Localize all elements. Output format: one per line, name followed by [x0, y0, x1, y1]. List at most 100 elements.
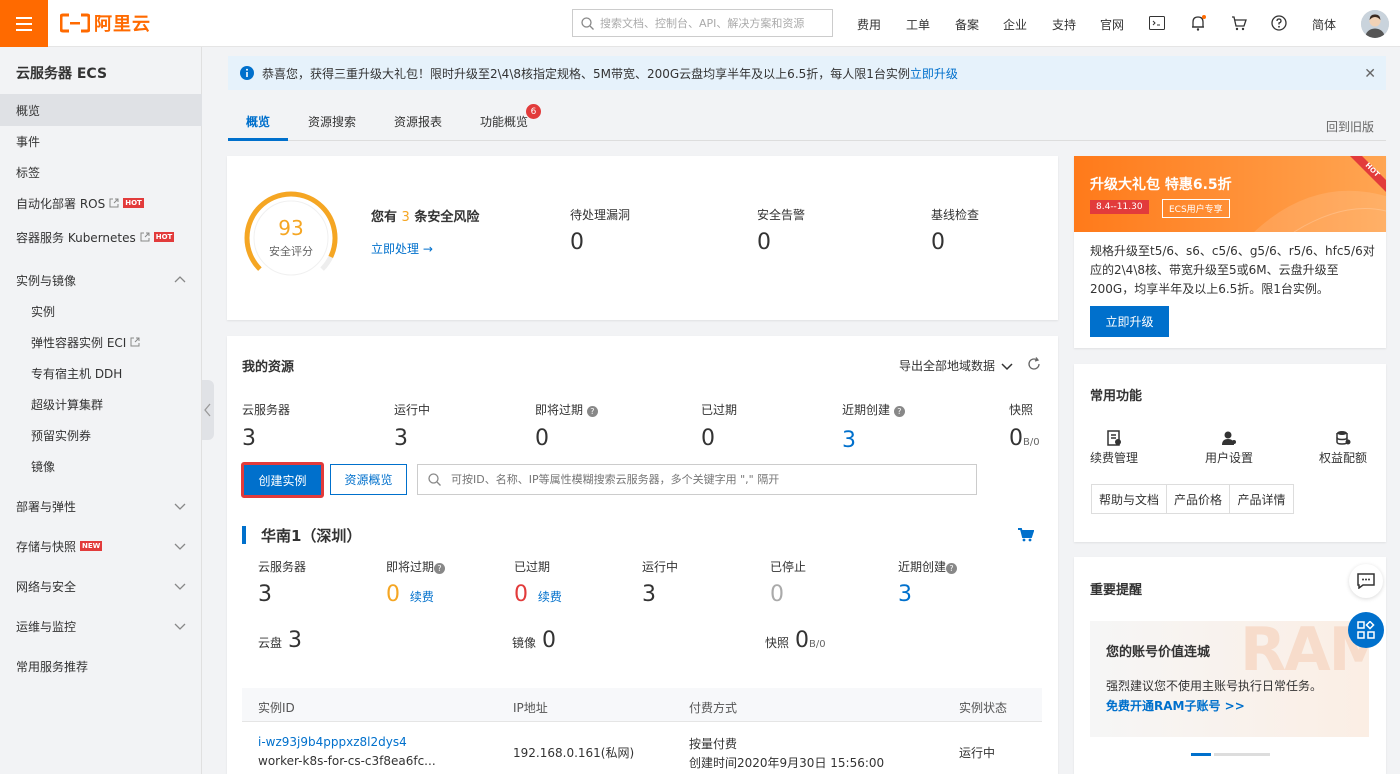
- global-search[interactable]: [572, 9, 833, 37]
- notice-text: 恭喜您，获得三重升级大礼包！限时升级至2\4\8核指定规格、5M带宽、200G云…: [262, 66, 958, 81]
- nav-link-enterprise[interactable]: 企业: [1003, 16, 1027, 33]
- tab-overview[interactable]: 概览: [246, 113, 270, 130]
- export-dropdown[interactable]: 导出全部地域数据: [899, 357, 1013, 374]
- user-avatar[interactable]: [1361, 10, 1389, 38]
- region-stat-expired-value[interactable]: 0 续费: [514, 582, 562, 607]
- stat-snapshot-value[interactable]: 0B/0: [1009, 426, 1040, 451]
- sidebar-item-kubernetes[interactable]: 容器服务 Kubernetes HOT: [0, 221, 202, 253]
- handle-risk-link[interactable]: 立即处理 →: [371, 240, 433, 257]
- nav-link-fee[interactable]: 费用: [857, 16, 881, 33]
- search-icon: [428, 473, 441, 486]
- old-version-link[interactable]: 回到旧版: [1326, 118, 1374, 135]
- chevron-down-icon: [174, 543, 186, 550]
- aliyun-logo[interactable]: 阿里云: [60, 10, 151, 36]
- global-search-input[interactable]: [600, 16, 825, 30]
- renew-link[interactable]: 续费: [410, 590, 434, 604]
- renew-link[interactable]: 续费: [538, 590, 562, 604]
- promo-title: 升级大礼包 特惠6.5折: [1090, 177, 1232, 193]
- promo-upgrade-button[interactable]: 立即升级: [1090, 306, 1169, 337]
- bell-icon[interactable]: [1189, 14, 1207, 32]
- stat-expiring-value[interactable]: 0: [535, 426, 549, 451]
- region-stat-stopped-value[interactable]: 0: [770, 582, 784, 607]
- notice-upgrade-link[interactable]: 立即升级: [910, 67, 958, 81]
- info-icon: [240, 66, 254, 80]
- tab-resource-report[interactable]: 资源报表: [394, 113, 442, 130]
- sidebar-item-tags[interactable]: 标签: [0, 156, 202, 188]
- sidebar-item-recommended[interactable]: 常用服务推荐: [0, 650, 202, 682]
- refresh-icon[interactable]: [1027, 357, 1041, 371]
- nav-link-support[interactable]: 支持: [1052, 16, 1076, 33]
- sidebar-item-label: 容器服务 Kubernetes: [16, 230, 136, 245]
- sidebar-group-storage[interactable]: 存储与快照 NEW: [0, 530, 202, 562]
- sidebar-group-instances-images[interactable]: 实例与镜像: [0, 264, 202, 296]
- terminal-icon[interactable]: [1148, 14, 1166, 32]
- external-link-icon: [130, 337, 140, 347]
- external-link-icon: [109, 198, 119, 208]
- sidebar-item-overview[interactable]: 概览: [0, 94, 202, 126]
- help-icon[interactable]: [1270, 14, 1288, 32]
- region-stat-recent-value[interactable]: 3: [898, 582, 912, 607]
- region-stat-expiring-value[interactable]: 0 续费: [386, 582, 434, 607]
- stat-running-value[interactable]: 3: [394, 426, 408, 451]
- quota-tile[interactable]: 权益配额: [1318, 430, 1368, 466]
- sidebar-item-eci[interactable]: 弹性容器实例 ECI: [0, 326, 202, 358]
- region-stat-servers-value[interactable]: 3: [258, 582, 272, 607]
- help-docs-button[interactable]: 帮助与文档: [1091, 484, 1167, 514]
- promo-date: 8.4--11.30: [1090, 200, 1149, 214]
- region-title: 华南1（深圳）: [261, 527, 362, 545]
- reminder-banner[interactable]: RAM 您的账号价值连城 强烈建议您不使用主账号执行日常任务。 免费开通RAM子…: [1090, 621, 1369, 737]
- sidebar-group-network[interactable]: 网络与安全: [0, 570, 202, 602]
- alert-value[interactable]: 0: [757, 230, 771, 255]
- menu-button[interactable]: [0, 0, 48, 47]
- aliyun-logo-icon: [60, 13, 90, 33]
- sidebar-item-instances[interactable]: 实例: [0, 295, 202, 327]
- chevron-up-icon: [174, 276, 186, 283]
- image-value[interactable]: 0: [542, 628, 556, 653]
- apps-button[interactable]: [1348, 612, 1384, 648]
- sidebar-group-deploy[interactable]: 部署与弹性: [0, 490, 202, 522]
- carousel-dot[interactable]: [1214, 753, 1270, 756]
- sidebar-item-ros[interactable]: 自动化部署 ROS HOT: [0, 187, 202, 219]
- baseline-value[interactable]: 0: [931, 230, 945, 255]
- resource-overview-button[interactable]: 资源概览: [330, 464, 407, 495]
- stat-recent-value[interactable]: 3: [842, 428, 856, 453]
- snapshot-value[interactable]: 0B/0: [795, 628, 826, 653]
- nav-link-icp[interactable]: 备案: [955, 16, 979, 33]
- cart-icon[interactable]: [1230, 14, 1248, 32]
- renew-management-tile[interactable]: 续费管理: [1090, 430, 1138, 466]
- quick-functions-title: 常用功能: [1090, 389, 1143, 404]
- sidebar-collapse-handle[interactable]: [202, 380, 214, 440]
- user-settings-tile[interactable]: 用户设置: [1204, 430, 1254, 466]
- product-price-button[interactable]: 产品价格: [1166, 484, 1230, 514]
- ram-link[interactable]: 免费开通RAM子账号 >>: [1106, 697, 1245, 714]
- sidebar-item-label: 事件: [16, 134, 41, 149]
- sidebar-item-reserved[interactable]: 预留实例券: [0, 419, 202, 451]
- cart-icon[interactable]: [1018, 528, 1034, 542]
- sidebar-item-events[interactable]: 事件: [0, 125, 202, 157]
- vuln-value[interactable]: 0: [570, 230, 584, 255]
- stat-expired-value[interactable]: 0: [701, 426, 715, 451]
- chat-button[interactable]: [1349, 564, 1383, 598]
- region-stat-running-value[interactable]: 3: [642, 582, 656, 607]
- instance-id-link[interactable]: i-wz93j9b4pppxz8l2dys4: [258, 735, 407, 749]
- sidebar-item-hpc[interactable]: 超级计算集群: [0, 388, 202, 420]
- sidebar-item-images[interactable]: 镜像: [0, 450, 202, 482]
- database-icon: [1336, 431, 1351, 445]
- instance-filter-input[interactable]: [451, 473, 951, 486]
- close-icon[interactable]: ✕: [1364, 66, 1376, 82]
- instance-filter[interactable]: [417, 464, 977, 495]
- product-detail-button[interactable]: 产品详情: [1229, 484, 1294, 514]
- disk-value[interactable]: 3: [288, 628, 302, 653]
- nav-link-official[interactable]: 官网: [1100, 16, 1124, 33]
- language-switch[interactable]: 简体: [1312, 16, 1336, 33]
- nav-link-ticket[interactable]: 工单: [906, 16, 930, 33]
- create-instance-button[interactable]: 创建实例: [244, 465, 321, 495]
- carousel-dot-active[interactable]: [1191, 753, 1211, 756]
- sidebar-group-ops[interactable]: 运维与监控: [0, 610, 202, 642]
- sidebar-item-ddh[interactable]: 专有宿主机 DDH: [0, 357, 202, 389]
- tab-resource-search[interactable]: 资源搜索: [308, 113, 356, 130]
- stat-servers-value[interactable]: 3: [242, 426, 256, 451]
- tab-feature-overview[interactable]: 功能概览: [480, 113, 528, 130]
- hot-badge: HOT: [123, 198, 144, 208]
- search-icon: [581, 16, 594, 30]
